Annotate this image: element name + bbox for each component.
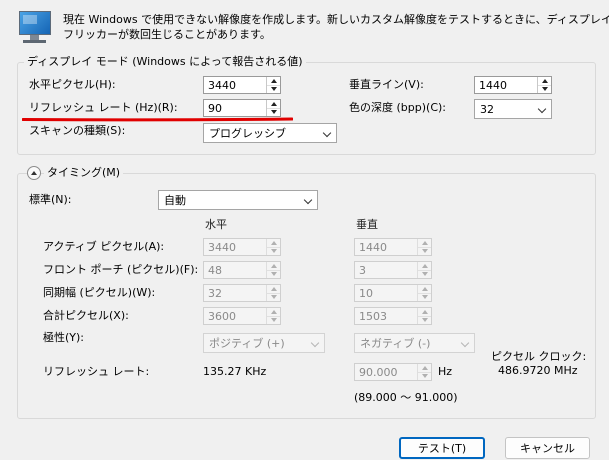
- spin-down-icon: [418, 293, 431, 301]
- pixel-clock-label: ピクセル クロック:: [491, 350, 587, 363]
- chevron-down-icon: [537, 104, 547, 114]
- h-pixels-label: 水平ピクセル(H):: [29, 78, 116, 91]
- total-pixels-label: 合計ピクセル(X):: [43, 309, 129, 322]
- total-pixels-h-spin: 3600: [203, 307, 281, 325]
- total-pixels-v-value: 1503: [359, 310, 387, 323]
- scan-type-select[interactable]: プログレッシブ: [203, 123, 337, 143]
- sync-width-label: 同期幅 (ピクセル)(W):: [43, 286, 156, 299]
- timing-refresh-v-value: 90.000: [359, 366, 398, 379]
- chevron-down-icon: [460, 338, 470, 348]
- header-description: 現在 Windows で使用できない解像度を作成します。新しいカスタム解像度をテ…: [63, 13, 609, 41]
- cancel-button[interactable]: キャンセル: [505, 437, 590, 459]
- scan-type-value: プログレッシブ: [209, 127, 286, 140]
- polarity-h-value: ポジティブ (+): [209, 337, 285, 350]
- col-horizontal-header: 水平: [205, 218, 227, 231]
- polarity-v-select: ネガティブ (-): [354, 333, 475, 353]
- front-porch-h-value: 48: [208, 264, 222, 277]
- spin-down-icon: [418, 247, 431, 255]
- refresh-range: (89.000 ～ 91.000): [354, 391, 458, 404]
- timing-refresh-label: リフレッシュ レート:: [43, 365, 150, 378]
- sync-width-h-spin: 32: [203, 284, 281, 302]
- total-pixels-v-spin: 1503: [354, 307, 432, 325]
- sync-width-v-spin: 10: [354, 284, 432, 302]
- chevron-down-icon: [310, 338, 320, 348]
- front-porch-v-spin: 3: [354, 261, 432, 279]
- active-pixels-h-spin: 3440: [203, 238, 281, 256]
- spin-down-icon: [418, 372, 431, 380]
- spin-down-icon[interactable]: [538, 85, 551, 93]
- monitor-icon: [17, 10, 53, 46]
- chevron-down-icon: [322, 128, 332, 138]
- refresh-rate-value: 90: [208, 102, 222, 115]
- standard-select[interactable]: 自動: [158, 190, 318, 210]
- front-porch-h-spin: 48: [203, 261, 281, 279]
- h-pixels-value: 3440: [208, 79, 236, 92]
- sync-width-v-value: 10: [359, 287, 373, 300]
- red-underline-annotation: [22, 117, 293, 122]
- refresh-rate-spin[interactable]: 90: [203, 99, 281, 117]
- spin-down-icon: [418, 316, 431, 324]
- timing-refresh-h-value: 135.27 KHz: [203, 365, 267, 378]
- active-pixels-h-value: 3440: [208, 241, 236, 254]
- pixel-clock-value: 486.9720 MHz: [498, 364, 578, 377]
- polarity-label: 極性(Y):: [43, 331, 85, 344]
- active-pixels-v-value: 1440: [359, 241, 387, 254]
- polarity-h-select: ポジティブ (+): [203, 333, 325, 353]
- chevron-down-icon: [303, 195, 313, 205]
- refresh-unit: Hz: [438, 365, 453, 378]
- total-pixels-h-value: 3600: [208, 310, 236, 323]
- color-depth-select[interactable]: 32: [474, 99, 552, 119]
- color-depth-value: 32: [480, 103, 494, 116]
- spin-down-icon[interactable]: [267, 85, 280, 93]
- timing-refresh-v-spin: 90.000: [354, 363, 432, 381]
- active-pixels-label: アクティブ ピクセル(A):: [43, 240, 165, 253]
- timing-title: タイミング(M): [44, 166, 124, 180]
- color-depth-label: 色の深度 (bpp)(C):: [349, 101, 446, 114]
- standard-label: 標準(N):: [29, 193, 72, 206]
- scan-type-label: スキャンの種類(S):: [29, 124, 126, 137]
- collapse-toggle-icon[interactable]: [27, 166, 41, 180]
- v-lines-label: 垂直ライン(V):: [349, 78, 424, 91]
- spin-down-icon: [267, 293, 280, 301]
- front-porch-label: フロント ポーチ (ピクセル)(F):: [43, 263, 199, 276]
- v-lines-spin[interactable]: 1440: [474, 76, 552, 94]
- spin-down-icon: [418, 270, 431, 278]
- h-pixels-spin[interactable]: 3440: [203, 76, 281, 94]
- spin-down-icon[interactable]: [267, 108, 280, 116]
- test-button[interactable]: テスト(T): [399, 437, 485, 459]
- front-porch-v-value: 3: [359, 264, 366, 277]
- standard-value: 自動: [164, 194, 186, 207]
- v-lines-value: 1440: [479, 79, 507, 92]
- display-mode-title: ディスプレイ モード (Windows によって報告される値): [24, 55, 306, 69]
- refresh-rate-label: リフレッシュ レート (Hz)(R):: [29, 101, 178, 114]
- col-vertical-header: 垂直: [356, 218, 378, 231]
- spin-down-icon: [267, 247, 280, 255]
- spin-down-icon: [267, 270, 280, 278]
- active-pixels-v-spin: 1440: [354, 238, 432, 256]
- polarity-v-value: ネガティブ (-): [360, 337, 431, 350]
- sync-width-h-value: 32: [208, 287, 222, 300]
- spin-down-icon: [267, 316, 280, 324]
